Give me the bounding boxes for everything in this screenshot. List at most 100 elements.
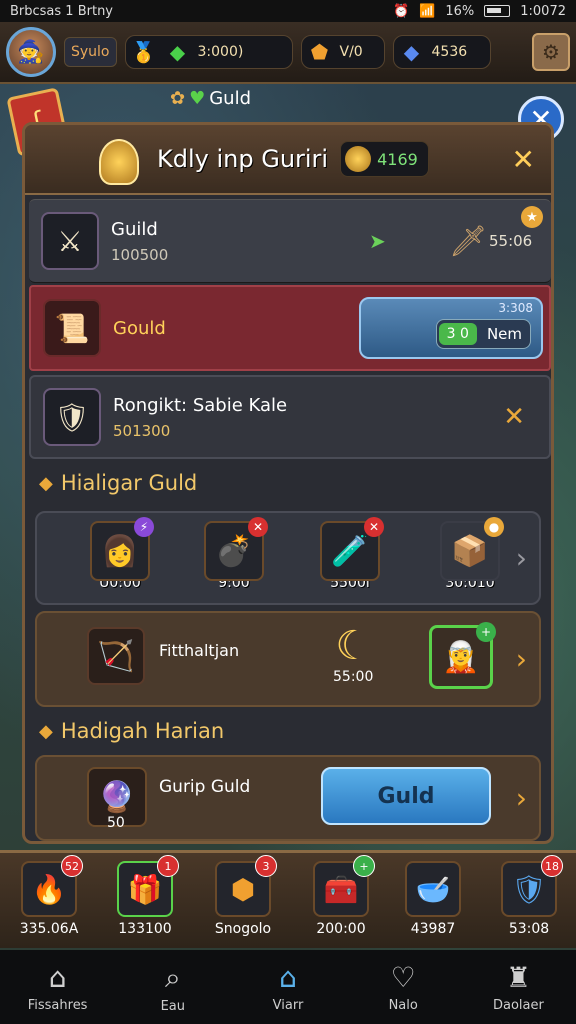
heart-icon: ♡ [390, 961, 416, 994]
chevron-right-icon[interactable]: › [516, 782, 527, 815]
blue-gem-icon: ◆ [403, 40, 420, 64]
button-small-number: 3:308 [498, 301, 533, 315]
slot-value: 133100 [118, 921, 172, 937]
reward-card-row: 👩 ⚡ U0:00 💣 ✕ 9:00 🧪 ✕ 5500i 📦 ● 30:010 … [35, 511, 541, 605]
guild-row[interactable]: 🛡 Rongikt: Sabie Kale 501300 ✕ [29, 375, 551, 459]
daily-gift-row: 🔮 50 Gurip Guld Guld › [35, 755, 541, 841]
guild-row[interactable]: ⚔ Guild 100500 ➤ 🗡 55:06 ★ [29, 199, 551, 283]
spear-icon: 🏹 [87, 627, 145, 685]
treasure-chest-icon: 🧰 + [313, 855, 375, 917]
weapon-icon: ⚔ [41, 212, 99, 270]
nav-label: Daolaer [492, 998, 544, 1013]
inventory-slot[interactable]: 🎁 1 133100 [100, 855, 190, 937]
inventory-slot[interactable]: 🛡 18 53:08 [484, 855, 574, 937]
cannon-icon: 💣 ✕ [204, 517, 268, 581]
resource-value: 3:000) [197, 44, 244, 60]
guild-row-selected[interactable]: 📜 Gould 3:308 3 0 Nem [29, 285, 551, 371]
gold-value: 4169 [377, 149, 418, 169]
badge-icon: ✕ [248, 517, 268, 537]
avatar[interactable]: 🧙 [6, 27, 56, 77]
slot-value: 43987 [410, 921, 456, 937]
nav-view[interactable]: ⌂ Viarr [230, 950, 345, 1024]
amber-crystal-icon: ⬢ 3 [215, 855, 277, 917]
special-card-row[interactable]: 🏹 Fitthaltjan ☾ 55:00 🧝 + › [35, 611, 541, 707]
search-icon: ⌕ [164, 960, 181, 994]
star-icon: ★ [521, 206, 543, 228]
resource-orange[interactable]: ⬟ V/0 [300, 35, 385, 69]
guild-panel: Kdly inp Guriri 4169 ✕ ⚔ Guild 100500 ➤ … [22, 122, 554, 844]
row-name: Guild [111, 218, 158, 240]
section-title: ◆ Hadigah Harian [39, 719, 224, 743]
row-sub: 501300 [113, 421, 171, 440]
count-badge: + [353, 855, 375, 877]
nav-home[interactable]: ⌂ Fissahres [0, 950, 115, 1024]
bottom-nav: ⌂ Fissahres ⌕ Eau ⌂ Viarr ♡ Nalo ♜ Daola… [0, 950, 576, 1024]
nav-search[interactable]: ⌕ Eau [115, 950, 230, 1024]
status-left: Brbcsas 1 Brtny [10, 3, 114, 19]
inventory-slot[interactable]: 🥣 43987 [388, 861, 478, 937]
badge-icon: ⚡ [134, 517, 154, 537]
slot-value: Snogolo [214, 921, 272, 937]
badge-icon: ● [484, 517, 504, 537]
count-badge: 18 [541, 855, 563, 877]
reward-item[interactable]: 💣 ✕ 9:00 [201, 517, 268, 591]
gift-count: 50 [107, 815, 125, 831]
battery-icon [484, 5, 511, 17]
badge-icon: ✕ [364, 517, 384, 537]
section-label: Hialigar Guld [60, 471, 198, 495]
reward-item[interactable]: 📦 ● 30:010 [437, 517, 504, 591]
inventory-slot[interactable]: 🔥 52 335.06A [4, 855, 94, 937]
panel-header: Kdly inp Guriri 4169 ✕ [25, 125, 551, 195]
resource-gold-green[interactable]: 🥇 ◆ 3:000) [124, 35, 293, 69]
chest-open-icon: 🎁 1 [117, 855, 179, 917]
moon-icon: ☾ [335, 623, 372, 669]
resource-blue[interactable]: ◆ 4536 [392, 35, 491, 69]
slot-value: 53:08 [508, 921, 550, 937]
claim-button[interactable]: Guld [321, 767, 491, 825]
chevron-right-icon[interactable]: › [516, 542, 527, 575]
row-sub: 100500 [111, 245, 169, 264]
moon-value: 55:00 [333, 669, 374, 685]
above-panel-label: ✿ ♥ Guld [170, 88, 251, 109]
reward-item[interactable]: 👩 ⚡ U0:00 [87, 517, 154, 591]
sword-icon: 🗡 [449, 223, 488, 259]
row-name: Gould [113, 317, 166, 339]
inventory-slot[interactable]: 🧰 + 200:00 [296, 855, 386, 937]
gear-icon: ⚙ [542, 40, 560, 64]
resource-value: V/0 [339, 44, 363, 60]
moon-reward: ☾ 55:00 [333, 623, 373, 685]
battery-percent: 16% [445, 3, 475, 19]
nav-label: Fissahres [27, 998, 88, 1013]
arrow-right-icon: ➤ [369, 229, 386, 253]
gift-label: Gurip Guld [159, 777, 251, 797]
inventory-bar: 🔥 52 335.06A 🎁 1 133100 ⬢ 3 Snogolo 🧰 + 200:… [0, 850, 576, 948]
hero-portrait-icon[interactable]: 🧝 + [429, 622, 496, 689]
status-bar: Brbcsas 1 Brtny ⏰ 📶 16% 1:0072 [0, 0, 576, 22]
card-label: Fitthaltjan [159, 641, 240, 660]
inventory-slot[interactable]: ⬢ 3 Snogolo [198, 855, 288, 937]
house-outline-icon: ⌂ [279, 961, 297, 994]
alarm-icon: ⏰ [392, 3, 410, 19]
count-badge: 52 [61, 855, 83, 877]
crate-icon: 📦 ● [440, 517, 504, 581]
armor-icon: 🛡 [43, 388, 101, 446]
join-button[interactable]: 3:308 3 0 Nem [359, 297, 543, 359]
leaf-icon: ✿ [170, 88, 186, 109]
nav-leaderboard[interactable]: ♜ Daolaer [461, 950, 576, 1024]
remove-icon[interactable]: ✕ [503, 402, 525, 432]
section-title: ◆ Hialigar Guld [39, 471, 197, 495]
settings-button[interactable]: ⚙ [532, 33, 570, 71]
blue-shield-icon: 🛡 18 [501, 855, 563, 917]
reward-item[interactable]: 🧪 ✕ 5500i [317, 517, 384, 591]
count-badge: 3 [255, 855, 277, 877]
coin-icon [345, 146, 372, 172]
panel-close-icon[interactable]: ✕ [512, 143, 535, 176]
nav-favorites[interactable]: ♡ Nalo [346, 950, 461, 1024]
guild-tag[interactable]: Syulo [64, 37, 117, 67]
nav-label: Nalo [388, 998, 418, 1013]
resource-value: 4536 [431, 44, 468, 60]
chevron-right-icon[interactable]: › [516, 643, 527, 676]
diamond-icon: ◆ [39, 720, 53, 742]
panel-title: Kdly inp Guriri [157, 145, 329, 173]
row-percent: 55:06 [489, 232, 533, 250]
